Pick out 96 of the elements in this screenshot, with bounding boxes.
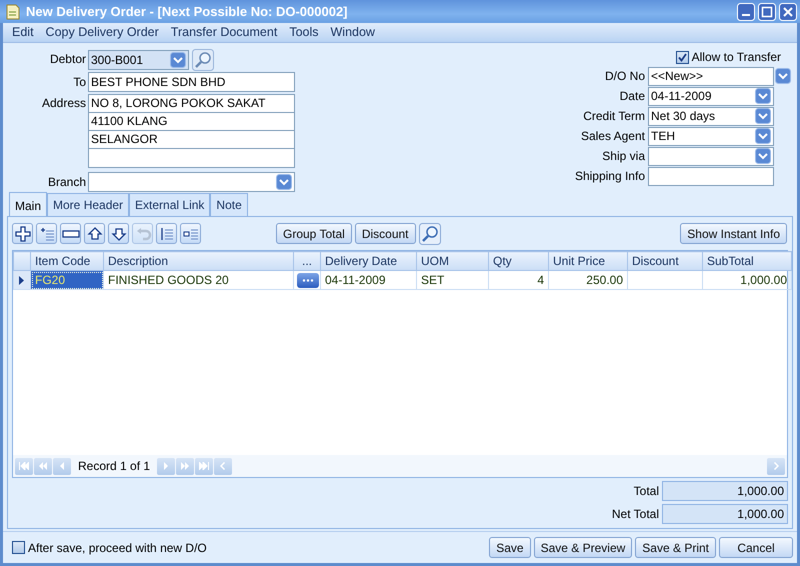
toolbar-button[interactable]: Group Total <box>276 223 352 244</box>
column-header[interactable]: Unit Price <box>548 252 628 271</box>
add-icon <box>14 224 32 243</box>
column-header[interactable]: Delivery Date <box>320 252 416 271</box>
column-header[interactable]: Item Code <box>30 252 104 271</box>
column-header[interactable]: UOM <box>416 252 488 271</box>
tab[interactable]: External Link <box>129 193 210 216</box>
toolbar-button[interactable] <box>12 223 33 244</box>
text-field[interactable]: BEST PHONE SDN BHD <box>88 72 295 92</box>
menu-item[interactable]: Tools <box>283 23 324 42</box>
menu-item[interactable]: Edit <box>6 23 40 42</box>
dropdown-button[interactable] <box>755 128 771 144</box>
dropdown-field[interactable]: Net 30 days <box>648 106 774 126</box>
toolbar-button[interactable] <box>108 223 129 244</box>
field-label: Shipping Info <box>574 168 645 186</box>
field-label: Ship via <box>602 148 645 166</box>
dots-icon <box>302 278 314 282</box>
tab[interactable]: Main <box>9 192 48 218</box>
total-label: Total <box>634 483 659 500</box>
dropdown-field[interactable]: 04-11-2009 <box>648 86 774 106</box>
toolbar-button[interactable] <box>60 223 81 244</box>
maximize-button[interactable] <box>758 2 776 21</box>
address-line-field[interactable] <box>89 149 294 168</box>
double-right-arrow-icon <box>181 462 190 470</box>
tab[interactable]: More Header <box>47 193 130 216</box>
dropdown-button[interactable] <box>170 52 186 68</box>
show-instant-info-button[interactable]: Show Instant Info <box>680 223 787 244</box>
checkbox-label: Allow to Transfer <box>692 49 781 66</box>
dropdown-button[interactable] <box>755 148 771 164</box>
minimize-button[interactable] <box>737 2 755 21</box>
checkbox[interactable] <box>12 541 25 554</box>
table-cell: 4 <box>488 270 548 290</box>
address-line-field[interactable]: 41100 KLANG <box>89 113 294 132</box>
dialog-button[interactable]: Save & Preview <box>534 537 632 558</box>
total-label: Net Total <box>612 506 659 524</box>
dropdown-field[interactable]: TEH <box>648 126 774 146</box>
menu-item[interactable]: Transfer Document <box>164 23 284 42</box>
dropdown-field[interactable] <box>88 172 295 192</box>
dialog-button[interactable]: Cancel <box>719 537 793 558</box>
search-button[interactable] <box>192 49 214 72</box>
dropdown-field[interactable]: <<New>> <box>648 66 774 86</box>
checkbox[interactable] <box>676 50 689 64</box>
table-cell: 04-11-2009 <box>320 270 416 290</box>
ellipsis-button[interactable] <box>297 272 319 288</box>
toolbar-button[interactable]: Discount <box>354 223 416 244</box>
field-label: To <box>72 74 87 92</box>
menu-item[interactable]: Window <box>324 23 381 42</box>
window-title: New Delivery Order - [Next Possible No: DO-000002] <box>26 2 349 21</box>
field-label: Address <box>40 95 87 112</box>
left-triangle-icon <box>60 462 64 470</box>
skip-first-icon <box>19 462 29 470</box>
field-label: Debtor <box>48 51 87 68</box>
dropdown-button[interactable] <box>775 68 791 84</box>
row-pointer-icon <box>18 276 24 286</box>
skip-last-icon <box>199 462 210 470</box>
dropdown-button[interactable] <box>276 174 292 190</box>
record-counter: Record 1 of 1 <box>77 458 152 476</box>
address-line-field[interactable]: NO 8, LORONG POKOK SAKAT <box>89 95 294 114</box>
total-field: 1,000.00 <box>662 504 788 524</box>
field-label: Sales Agent <box>580 128 645 146</box>
table-cell: 1,000.00 <box>702 270 792 290</box>
checkbox-label: After save, proceed with new D/O <box>28 540 207 557</box>
dropdown-field[interactable] <box>648 146 774 166</box>
double-left-arrow-icon <box>39 462 47 470</box>
address-line-field[interactable]: SELANGOR <box>89 131 294 150</box>
total-field: 1,000.00 <box>662 481 788 502</box>
chevron-left-icon <box>220 462 226 470</box>
table-cell: FG20 <box>30 270 104 290</box>
document-icon <box>6 4 20 20</box>
debtor-field[interactable]: 300-B001 <box>88 50 189 70</box>
dialog-button[interactable]: Save <box>489 537 531 558</box>
table-cell: FINISHED GOODS 20 <box>104 270 294 290</box>
column-header[interactable]: Qty <box>488 252 548 271</box>
toolbar-button[interactable] <box>84 223 105 244</box>
close-button[interactable] <box>779 2 797 21</box>
dialog-button[interactable]: Save & Print <box>635 537 716 558</box>
table-cell: SET <box>416 270 488 290</box>
field-label: D/O No <box>604 68 645 86</box>
text-field[interactable] <box>648 166 774 186</box>
right-triangle-icon <box>164 462 168 470</box>
menu-item[interactable]: Copy Delivery Order <box>40 23 165 42</box>
chevron-right-icon <box>773 462 779 470</box>
field-label: Credit Term <box>583 108 645 126</box>
field-label: Branch <box>46 174 87 192</box>
column-header[interactable]: Description <box>104 252 294 271</box>
dropdown-button[interactable] <box>755 108 771 124</box>
toolbar-button[interactable] <box>180 223 201 244</box>
table-cell: 250.00 <box>548 270 628 290</box>
tab[interactable]: Note <box>210 193 248 216</box>
toolbar-button[interactable] <box>156 223 177 244</box>
column-header[interactable]: ... <box>294 252 320 271</box>
search-button[interactable] <box>418 222 441 245</box>
dropdown-button[interactable] <box>755 88 771 104</box>
field-label: Date <box>620 88 645 106</box>
column-header[interactable]: SubTotal <box>702 252 792 271</box>
column-header[interactable]: Discount <box>628 252 702 271</box>
